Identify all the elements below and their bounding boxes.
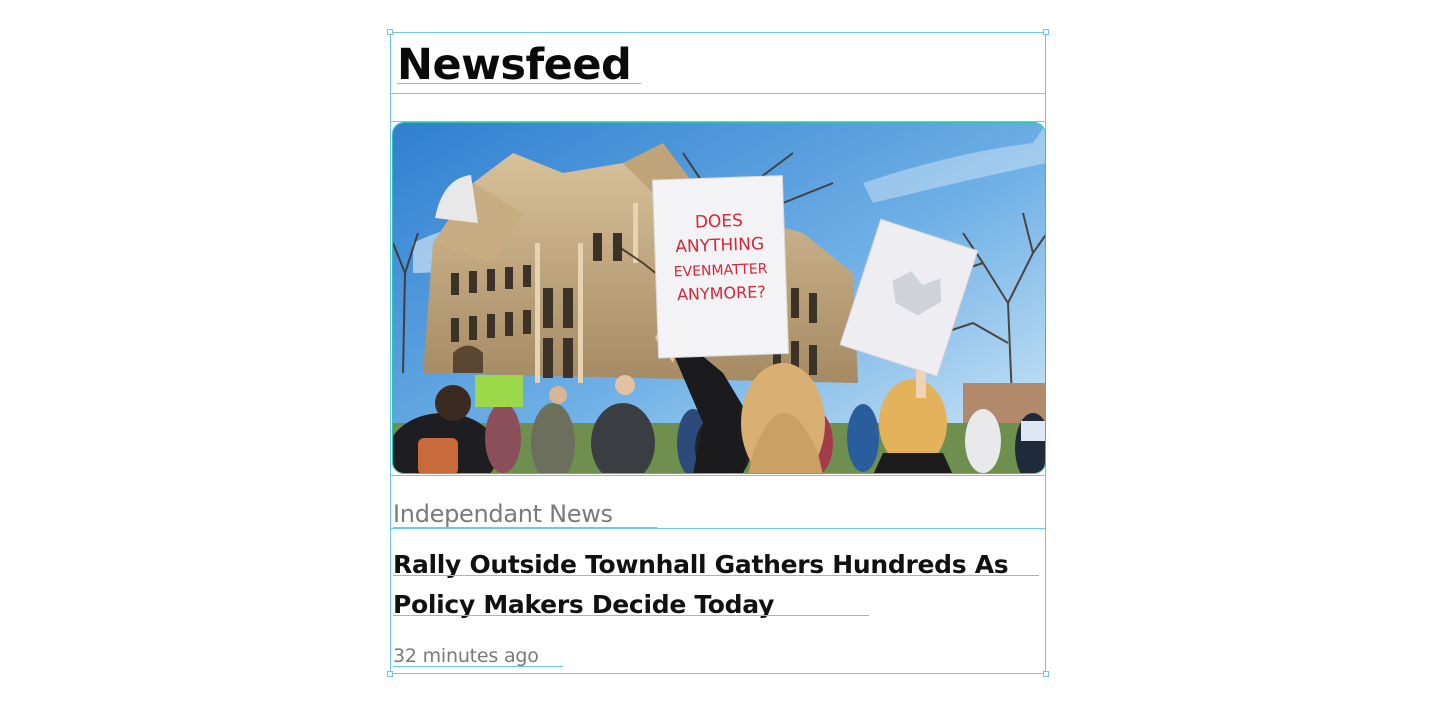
resize-handle-bottom-left[interactable]	[387, 671, 393, 677]
headline-underline-2	[393, 615, 869, 616]
title-underline	[397, 83, 641, 84]
sign-text-line-4: ANYMORE?	[677, 282, 766, 304]
article-headline[interactable]: Rally Outside Townhall Gathers Hundreds …	[393, 545, 1053, 625]
sign-text-line-1: DOES	[695, 211, 744, 233]
timestamp-underline	[393, 666, 563, 667]
headline-underline-1	[393, 575, 1039, 576]
sign-text-line-3: EVENMATTER	[673, 261, 768, 280]
source-underline	[393, 527, 657, 528]
page-title: Newsfeed	[397, 40, 632, 90]
resize-handle-top-left[interactable]	[387, 29, 393, 35]
resize-handle-top-right[interactable]	[1043, 29, 1049, 35]
resize-handle-bottom-right[interactable]	[1043, 671, 1049, 677]
sign-text-line-2: ANYTHING	[675, 234, 764, 257]
image-bottom-guide	[390, 475, 1046, 476]
source-label: Independant News	[393, 500, 613, 528]
article-image[interactable]: DOES ANYTHING EVENMATTER ANYMORE?	[392, 122, 1046, 474]
